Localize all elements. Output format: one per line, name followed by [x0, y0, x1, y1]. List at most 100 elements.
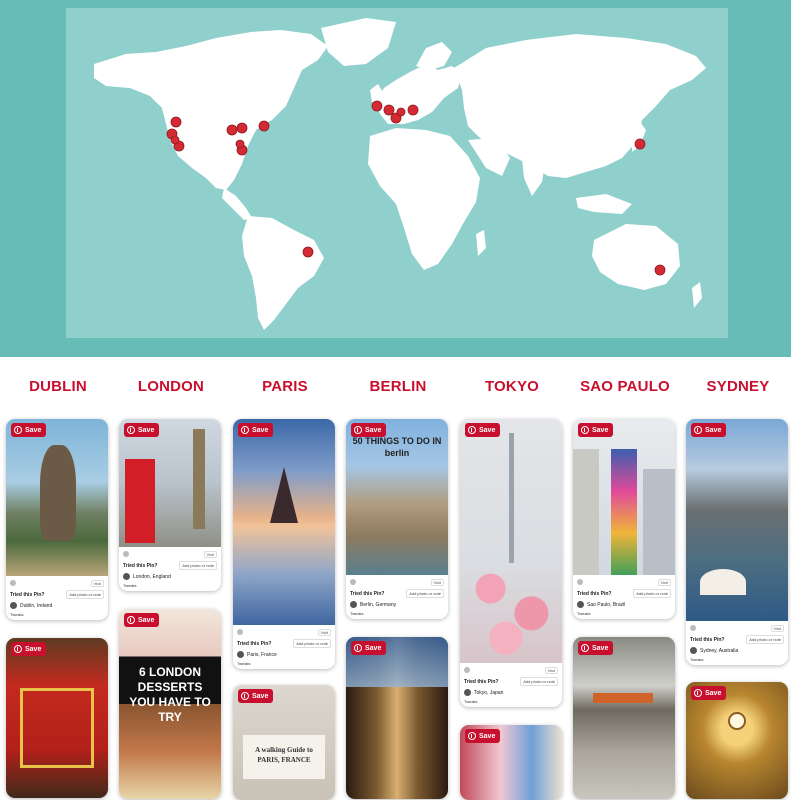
pinterest-icon	[14, 426, 22, 434]
add-photo-button[interactable]: Add photo or note	[406, 589, 444, 598]
add-photo-button[interactable]: Add photo or note	[179, 561, 217, 570]
pin-card[interactable]: Save Visit Tried this Pin? Add photo or n…	[686, 419, 788, 665]
add-photo-button[interactable]: Add photo or note	[293, 639, 331, 648]
pin-location: Dublin, Ireland	[20, 602, 53, 609]
save-button[interactable]: Save	[578, 423, 614, 437]
pin-meta: Visit Tried this Pin? Add photo or note S…	[573, 575, 675, 619]
pin-image[interactable]: 6 LONDON DESSERTS YOU HAVE TO TRY Save	[119, 609, 221, 799]
pin-title: 50 THINGS TO DO IN berlin	[352, 436, 442, 458]
pin-card[interactable]: Save	[686, 682, 788, 799]
pin-title: A walking Guide to PARIS, FRANCE	[255, 746, 313, 764]
rock-castle-shape	[40, 445, 76, 541]
save-button[interactable]: Save	[351, 641, 387, 655]
pinterest-icon	[241, 426, 249, 434]
pin-location: Sydney, Australia	[700, 647, 739, 654]
pin-title: 6 LONDON DESSERTS YOU HAVE TO TRY	[129, 665, 211, 724]
pin-location: Paris, France	[247, 651, 277, 658]
pin-image[interactable]: Save	[686, 419, 788, 621]
pin-image[interactable]: Save	[460, 419, 562, 663]
pin-card[interactable]: 6 LONDON DESSERTS YOU HAVE TO TRY Save	[119, 609, 221, 799]
tweaks-label: Tweaks	[577, 611, 591, 616]
save-button[interactable]: Save	[351, 423, 387, 437]
visit-button[interactable]: Visit	[317, 628, 331, 636]
pin-card[interactable]: 50 THINGS TO DO IN berlin Save Visit Tri…	[346, 419, 448, 619]
save-button[interactable]: Save	[691, 423, 727, 437]
pin-card[interactable]: Save	[6, 638, 108, 798]
pin-image[interactable]: Save	[233, 419, 335, 625]
opera-house-shape	[700, 569, 746, 595]
pin-image[interactable]: Save	[119, 419, 221, 547]
tweaks-label: Tweaks	[464, 699, 478, 704]
world-map-svg	[94, 18, 706, 330]
pin-card[interactable]: Save Visit Tried this Pin? Add photo or n…	[233, 419, 335, 669]
pin-image[interactable]: Save	[6, 638, 108, 798]
pin-card[interactable]: Save Visit Tried this Pin? Add photo or n…	[119, 419, 221, 591]
pin-image[interactable]: Save	[6, 419, 108, 576]
pin-image[interactable]: 50 THINGS TO DO IN berlin Save	[346, 419, 448, 575]
pinterest-icon	[694, 689, 702, 697]
pinterest-icon	[14, 645, 22, 653]
tweaks-label: Tweaks	[237, 661, 251, 666]
save-button[interactable]: Save	[465, 729, 501, 743]
pin-image[interactable]: Save	[686, 682, 788, 799]
pin-image[interactable]: A walking Guide to PARIS, FRANCE Save	[233, 685, 335, 800]
pin-card[interactable]: Save Visit Tried this Pin? Add photo or n…	[6, 419, 108, 620]
visit-button[interactable]: Visit	[430, 578, 444, 586]
visit-button[interactable]: Visit	[770, 624, 784, 632]
pinterest-icon	[581, 644, 589, 652]
save-button[interactable]: Save	[11, 642, 47, 656]
pin-meta: Visit Tried this Pin? Add photo or note T…	[460, 663, 562, 707]
pin-image[interactable]: Save	[346, 637, 448, 799]
pin-image[interactable]: Save	[573, 637, 675, 799]
city-header-berlin[interactable]: BERLIN	[346, 378, 450, 395]
city-header-sao-paulo[interactable]: SAO PAULO	[573, 378, 677, 395]
city-header-tokyo[interactable]: TOKYO	[460, 378, 564, 395]
add-photo-button[interactable]: Add photo or note	[66, 590, 104, 599]
pin-card[interactable]: Save	[460, 725, 562, 800]
city-header-dublin[interactable]: DUBLIN	[6, 378, 110, 395]
avatar	[237, 651, 244, 658]
save-button[interactable]: Save	[578, 641, 614, 655]
visit-button[interactable]: Visit	[544, 666, 558, 674]
pin-card[interactable]: Save	[346, 637, 448, 799]
tweaks-label: Tweaks	[690, 657, 704, 662]
pin-card[interactable]: Save	[573, 637, 675, 799]
visit-button[interactable]: Visit	[203, 550, 217, 558]
mural-shape	[611, 449, 637, 575]
save-button[interactable]: Save	[238, 689, 274, 703]
city-header-london[interactable]: LONDON	[119, 378, 223, 395]
add-photo-button[interactable]: Add photo or note	[746, 635, 784, 644]
pin-meta: Visit Tried this Pin? Add photo or note L…	[119, 547, 221, 591]
pin-card[interactable]: Save Visit Tried this Pin? Add photo or n…	[460, 419, 562, 707]
world-map	[66, 8, 728, 338]
source-avatar	[577, 579, 583, 585]
save-button[interactable]: Save	[691, 686, 727, 700]
pinterest-icon	[581, 426, 589, 434]
visit-button[interactable]: Visit	[90, 579, 104, 587]
city-headers: DUBLIN LONDON PARIS BERLIN TOKYO SAO PAU…	[0, 378, 791, 402]
city-header-sydney[interactable]: SYDNEY	[686, 378, 790, 395]
source-avatar	[350, 579, 356, 585]
add-photo-button[interactable]: Add photo or note	[520, 677, 558, 686]
avatar	[10, 602, 17, 609]
pin-card[interactable]: A walking Guide to PARIS, FRANCE Save	[233, 685, 335, 800]
save-button[interactable]: Save	[11, 423, 47, 437]
pin-card[interactable]: Save Visit Tried this Pin? Add photo or n…	[573, 419, 675, 619]
pinterest-icon	[354, 644, 362, 652]
tweaks-label: Tweaks	[10, 612, 24, 617]
visit-button[interactable]: Visit	[657, 578, 671, 586]
building-shape	[643, 469, 675, 575]
pin-image[interactable]: Save	[573, 419, 675, 575]
avatar	[123, 573, 130, 580]
save-button[interactable]: Save	[465, 423, 501, 437]
pin-image[interactable]: Save	[460, 725, 562, 800]
save-button[interactable]: Save	[124, 423, 160, 437]
save-button[interactable]: Save	[124, 613, 160, 627]
pinterest-icon	[241, 692, 249, 700]
save-button[interactable]: Save	[238, 423, 274, 437]
tweaks-label: Tweaks	[350, 611, 364, 616]
pin-meta: Visit Tried this Pin? Add photo or note B…	[346, 575, 448, 619]
city-header-paris[interactable]: PARIS	[233, 378, 337, 395]
add-photo-button[interactable]: Add photo or note	[633, 589, 671, 598]
avatar	[350, 601, 357, 608]
